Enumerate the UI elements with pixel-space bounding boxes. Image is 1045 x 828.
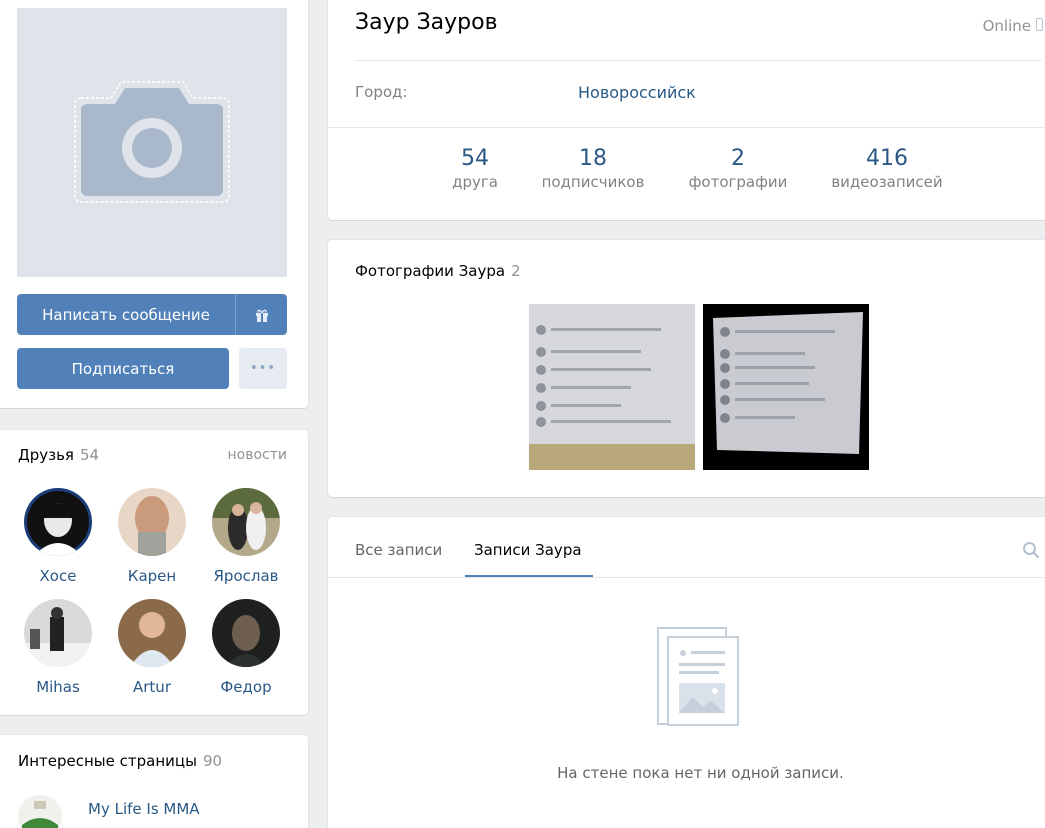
tab-all-posts[interactable]: Все записи xyxy=(355,541,442,559)
counter-label: видеозаписей xyxy=(831,173,943,191)
write-message-button[interactable]: Написать сообщение xyxy=(17,294,235,335)
city-link[interactable]: Новороссийск xyxy=(578,83,696,102)
photos-title[interactable]: Фотографии Заура 2 xyxy=(355,262,521,280)
more-dots-icon: ••• xyxy=(249,361,276,376)
pages-title-text: Интересные страницы xyxy=(18,752,197,770)
city-label: Город: xyxy=(355,83,408,101)
counter-label: фотографии xyxy=(688,173,788,191)
friends-count: 54 xyxy=(79,446,100,464)
counter-value: 54 xyxy=(461,146,489,171)
page-title: Заур Зауров xyxy=(355,10,498,35)
divider xyxy=(328,577,1045,578)
online-status: Online xyxy=(982,17,1031,35)
more-actions-button[interactable]: ••• xyxy=(239,348,287,389)
photo-thumbnail[interactable] xyxy=(703,304,869,470)
pages-title[interactable]: Интересные страницы 90 xyxy=(18,752,222,770)
pages-count: 90 xyxy=(202,752,223,770)
page-avatar[interactable] xyxy=(18,795,62,828)
friend-name[interactable]: Карен xyxy=(107,567,197,585)
phone-icon xyxy=(1036,18,1043,31)
avatar[interactable] xyxy=(118,599,186,667)
friend-item[interactable]: Artur xyxy=(107,599,197,696)
interesting-pages-block: Интересные страницы 90 My Life Is MMA xyxy=(0,735,308,828)
avatar[interactable] xyxy=(24,488,92,556)
divider xyxy=(328,127,1045,128)
gift-icon xyxy=(255,309,268,322)
wall-block: Все записи Записи Заура На стене пока не… xyxy=(328,517,1045,828)
gift-button[interactable] xyxy=(235,294,287,335)
page-item-name[interactable]: My Life Is MMA xyxy=(88,800,200,818)
avatar[interactable] xyxy=(24,599,92,667)
photos-block: Фотографии Заура 2 xyxy=(328,240,1045,497)
counter-label: друга xyxy=(452,173,498,191)
tab-own-posts[interactable]: Записи Заура xyxy=(474,541,582,559)
friends-block: Друзья 54 новости Хосе Карен Ярослав Miha… xyxy=(0,430,308,715)
profile-info-card: Заур Зауров Online Город: Новороссийск 5… xyxy=(328,0,1045,220)
friend-name[interactable]: Федор xyxy=(201,678,291,696)
photo-thumbnail[interactable] xyxy=(529,304,695,470)
friends-title-text: Друзья xyxy=(18,446,74,464)
photos-title-text: Фотографии Заура xyxy=(355,262,506,280)
counter-friends[interactable]: 54 друга xyxy=(445,146,505,191)
subscribe-label: Подписаться xyxy=(71,359,175,378)
document-image-icon xyxy=(655,625,741,733)
friend-name[interactable]: Artur xyxy=(107,678,197,696)
empty-wall-message: На стене пока нет ни одной записи. xyxy=(557,764,844,782)
friend-item[interactable]: Карен xyxy=(107,488,197,585)
avatar[interactable] xyxy=(212,599,280,667)
friends-news-link[interactable]: новости xyxy=(228,447,288,463)
counter-videos[interactable]: 416 видеозаписей xyxy=(820,146,954,191)
friend-item[interactable]: Федор xyxy=(201,599,291,696)
avatar-card: Написать сообщение Подписаться ••• xyxy=(0,0,308,408)
photos-count: 2 xyxy=(511,262,521,280)
counter-value: 416 xyxy=(866,146,908,171)
write-message-label: Написать сообщение xyxy=(42,305,210,324)
counter-photos[interactable]: 2 фотографии xyxy=(678,146,798,191)
camera-icon xyxy=(17,8,287,277)
friend-item[interactable]: Mihas xyxy=(13,599,103,696)
friend-item[interactable]: Хосе xyxy=(13,488,103,585)
friend-name[interactable]: Mihas xyxy=(13,678,103,696)
profile-photo[interactable] xyxy=(17,8,287,277)
friends-title[interactable]: Друзья 54 xyxy=(18,446,99,464)
friend-name[interactable]: Ярослав xyxy=(201,567,291,585)
counter-value: 2 xyxy=(731,146,745,171)
search-icon[interactable] xyxy=(1022,541,1040,559)
avatar[interactable] xyxy=(118,488,186,556)
friend-item[interactable]: Ярослав xyxy=(201,488,291,585)
counter-followers[interactable]: 18 подписчиков xyxy=(528,146,658,191)
avatar[interactable] xyxy=(212,488,280,556)
subscribe-button[interactable]: Подписаться xyxy=(17,348,229,389)
friend-name[interactable]: Хосе xyxy=(13,567,103,585)
counter-value: 18 xyxy=(579,146,607,171)
counter-label: подписчиков xyxy=(541,173,645,191)
divider xyxy=(355,60,1042,61)
